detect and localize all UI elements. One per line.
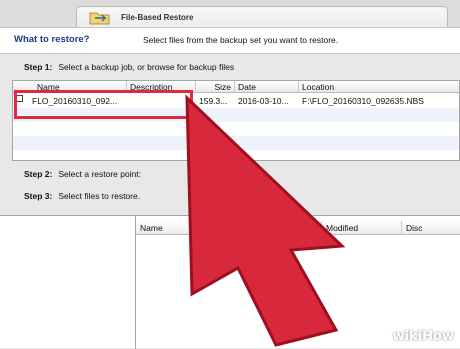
column-header-size[interactable]: Size bbox=[196, 81, 235, 93]
watermark-prefix: wiki bbox=[392, 329, 423, 344]
step-1-label: Step 1: bbox=[24, 62, 53, 72]
table-row-empty bbox=[13, 122, 459, 136]
title-bar: File-Based Restore bbox=[0, 0, 460, 27]
column-header-date[interactable]: Date bbox=[235, 81, 299, 93]
page-description: Select files from the backup set you wan… bbox=[143, 35, 339, 45]
column-header-description[interactable]: Description bbox=[127, 81, 196, 93]
cell-date: 2016-03-10... bbox=[238, 96, 289, 106]
page-header: What to restore? Select files from the b… bbox=[0, 27, 460, 54]
backup-job-table[interactable]: Name Description Size Date Location FLO_… bbox=[12, 80, 460, 161]
files-column-type[interactable]: Type bbox=[268, 221, 322, 235]
files-column-name[interactable]: Name bbox=[136, 221, 268, 235]
step-1-text: Select a backup job, or browse for backu… bbox=[58, 62, 235, 72]
watermark-suffix: How bbox=[422, 329, 454, 344]
files-column-disc[interactable]: Disc bbox=[402, 221, 460, 235]
step-3-label: Step 3: bbox=[24, 191, 53, 201]
step-3-text: Select files to restore. bbox=[58, 191, 141, 201]
tab-file-based-restore[interactable]: File-Based Restore bbox=[76, 6, 448, 27]
tab-label: File-Based Restore bbox=[121, 13, 194, 22]
table-row-empty bbox=[13, 136, 459, 150]
step-2-text: Select a restore point: bbox=[58, 169, 142, 179]
column-header-name[interactable]: Name bbox=[13, 81, 127, 93]
row-checkbox[interactable] bbox=[16, 95, 23, 102]
step-3: Step 3: Select files to restore. bbox=[24, 191, 140, 201]
step-2-label: Step 2: bbox=[24, 169, 53, 179]
column-header-location[interactable]: Location bbox=[299, 81, 459, 93]
step-1: Step 1: Select a backup job, or browse fo… bbox=[24, 62, 234, 72]
backup-table-header: Name Description Size Date Location bbox=[13, 81, 459, 93]
file-browser-pane: Name Type Modified Disc bbox=[0, 215, 460, 349]
pane-divider[interactable] bbox=[135, 216, 136, 349]
files-table-header: Name Type Modified Disc bbox=[136, 221, 460, 235]
files-column-modified[interactable]: Modified bbox=[322, 221, 402, 235]
step-2: Step 2: Select a restore point: bbox=[24, 169, 141, 179]
folder-restore-icon bbox=[89, 12, 110, 25]
cell-size: 159.3... bbox=[199, 96, 228, 106]
page-title: What to restore? bbox=[14, 34, 90, 45]
cell-name: FLO_20160310_092... bbox=[32, 96, 118, 106]
cell-location: F:\FLO_20160310_092635.NBS bbox=[302, 96, 424, 106]
table-row-empty bbox=[13, 108, 459, 122]
watermark: wikiHow bbox=[393, 329, 454, 344]
cell-description bbox=[127, 94, 196, 108]
table-row[interactable]: FLO_20160310_092... 159.3... 2016-03-10.… bbox=[13, 94, 459, 108]
